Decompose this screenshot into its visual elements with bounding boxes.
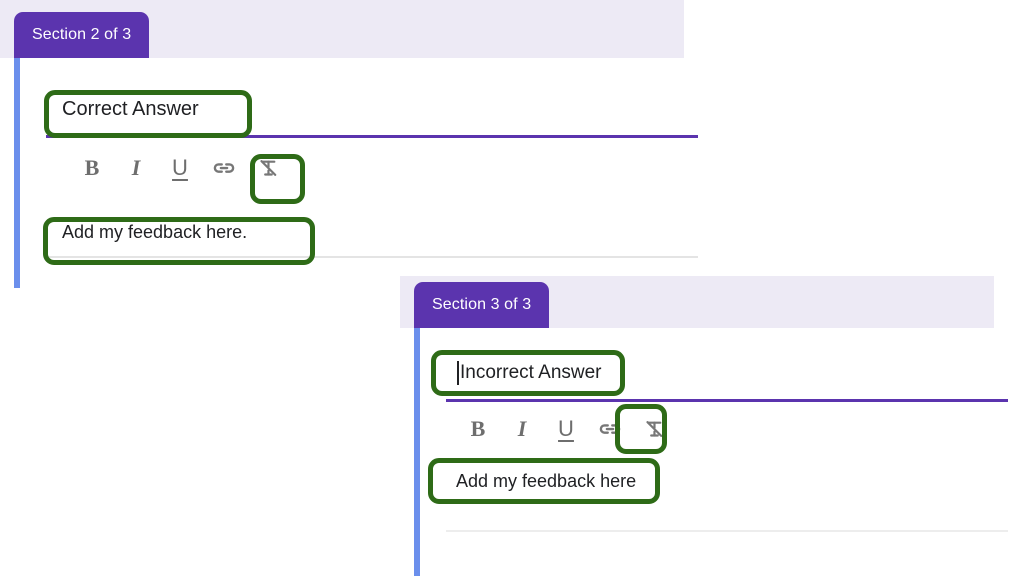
correct-answer-title-row: Correct Answer — [20, 58, 684, 138]
incorrect-answer-title-input[interactable]: Incorrect Answer — [460, 362, 602, 384]
link-icon[interactable] — [202, 151, 246, 185]
title-field-underline — [446, 399, 1008, 402]
section-tab-3[interactable]: Section 3 of 3 — [414, 282, 549, 328]
feedback-field-underline — [446, 504, 1008, 506]
feedback-input-2[interactable]: Add my feedback here. — [62, 222, 247, 243]
text-caret — [457, 361, 459, 385]
screenshot-root: Section 2 of 3 Correct Answer B I U — [0, 0, 1024, 576]
title-field-underline — [46, 135, 698, 138]
italic-icon[interactable]: I — [500, 412, 544, 446]
card-body-2: Correct Answer B I U — [14, 58, 684, 288]
clear-formatting-icon[interactable] — [632, 412, 676, 446]
incorrect-answer-title-row: Incorrect Answer — [420, 328, 994, 404]
clear-formatting-icon[interactable] — [246, 151, 290, 185]
section-tab-label: Section 2 of 3 — [32, 26, 131, 44]
card-body-3: Incorrect Answer B I U — [414, 328, 994, 576]
bold-icon[interactable]: B — [70, 151, 114, 185]
form-card-section-3: Section 3 of 3 Incorrect Answer B I U — [400, 276, 994, 576]
bold-icon[interactable]: B — [456, 412, 500, 446]
underline-icon[interactable]: U — [544, 412, 588, 446]
correct-answer-title-input[interactable]: Correct Answer — [62, 98, 199, 121]
section-tab-label: Section 3 of 3 — [432, 296, 531, 314]
card-bottom-divider — [446, 530, 1008, 532]
rich-text-toolbar-2: B I U — [70, 151, 290, 185]
feedback-input-3[interactable]: Add my feedback here — [456, 471, 636, 492]
underline-icon[interactable]: U — [158, 151, 202, 185]
section-tab-2[interactable]: Section 2 of 3 — [14, 12, 149, 58]
form-card-section-2: Section 2 of 3 Correct Answer B I U — [0, 0, 684, 288]
feedback-field-underline — [46, 256, 698, 258]
link-icon[interactable] — [588, 412, 632, 446]
italic-icon[interactable]: I — [114, 151, 158, 185]
rich-text-toolbar-3: B I U — [456, 412, 676, 446]
card-bottom-divider — [20, 268, 698, 270]
